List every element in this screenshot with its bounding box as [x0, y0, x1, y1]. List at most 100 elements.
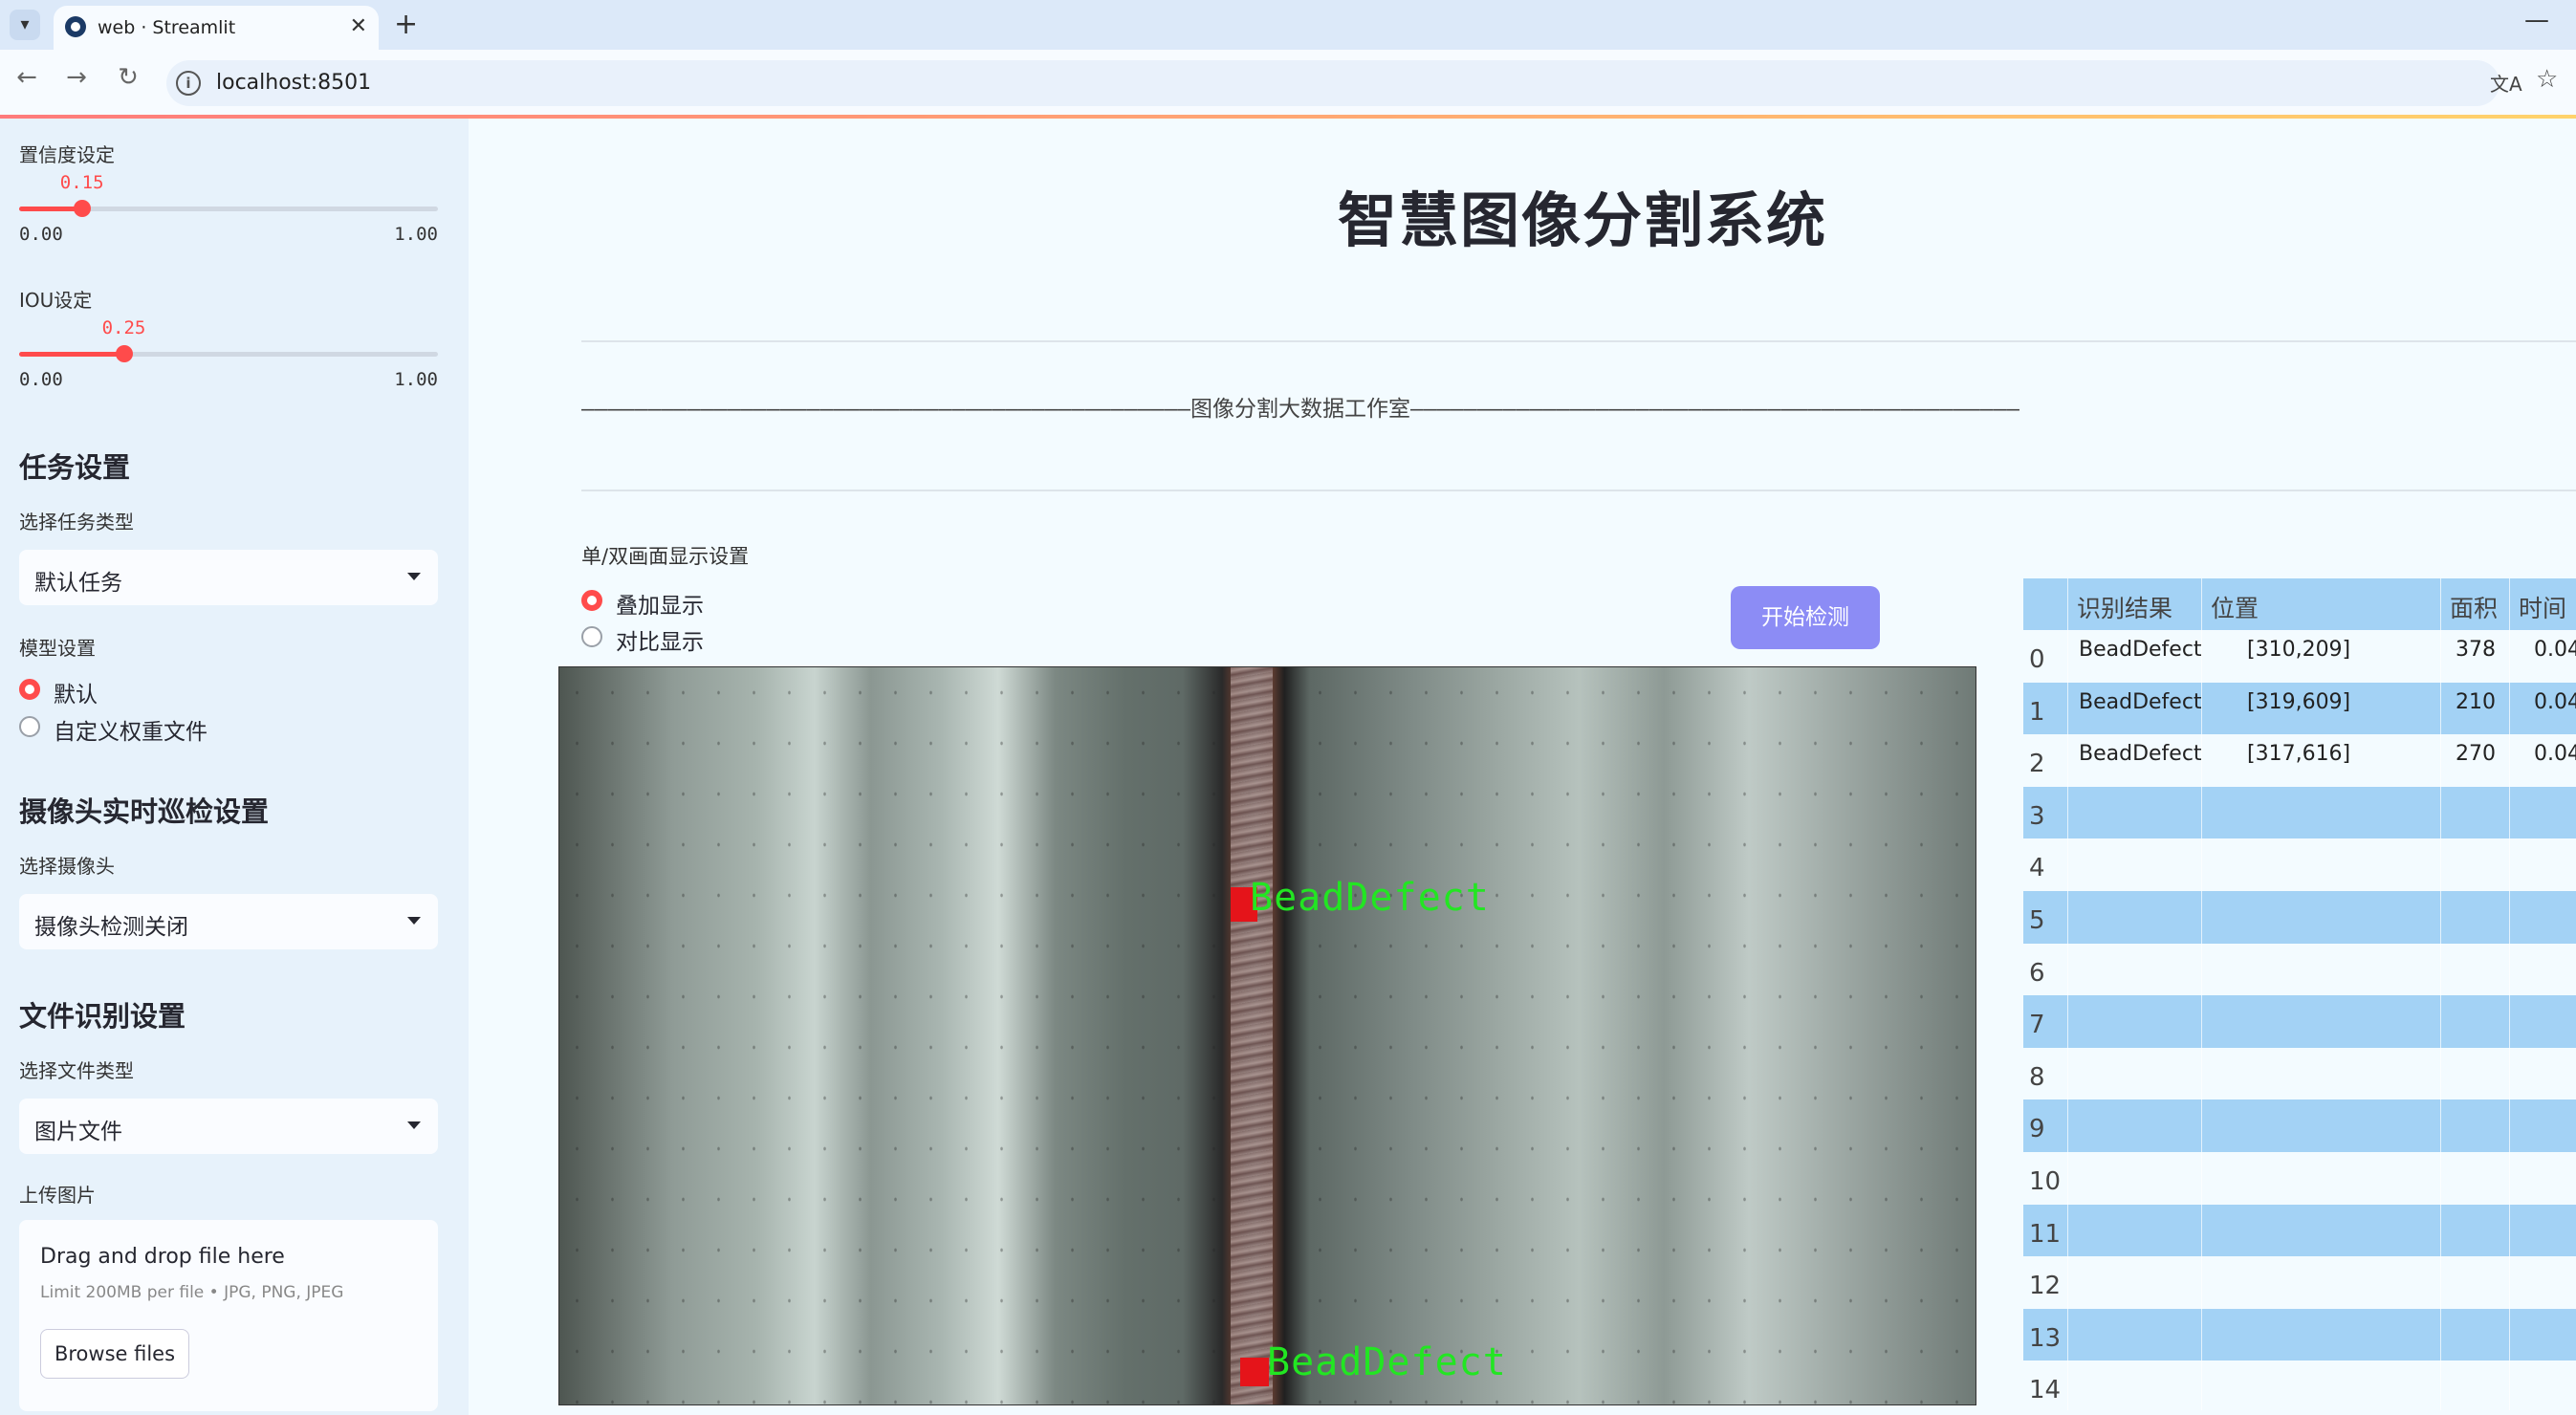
start-detection-button[interactable]: 开始检测 — [1731, 586, 1880, 649]
file-type-select[interactable]: 图片文件 — [19, 1099, 438, 1154]
cell-time: 0.04 — [2534, 689, 2576, 714]
table-row[interactable]: 8 — [2023, 1047, 2576, 1100]
cell-area: 270 — [2456, 742, 2496, 767]
row-index: 4 — [2029, 854, 2045, 883]
iou-slider[interactable]: 0.25 0.00 1.00 — [19, 317, 438, 394]
active-tab[interactable]: web · Streamlit ✕ — [54, 6, 379, 50]
row-index: 8 — [2029, 1062, 2045, 1092]
url-text[interactable]: localhost:8501 — [216, 71, 371, 95]
file-dropzone[interactable]: Drag and drop file here Limit 200MB per … — [19, 1220, 438, 1411]
browse-files-button[interactable]: Browse files — [40, 1329, 189, 1379]
table-row[interactable]: 13 — [2023, 1308, 2576, 1361]
address-bar: ← → ↻ i localhost:8501 文A ☆ — [0, 50, 2576, 117]
iou-slider-fill — [19, 352, 124, 357]
table-row[interactable]: 5 — [2023, 891, 2576, 944]
cell-time: 0.04 — [2534, 638, 2576, 662]
radio-selected-icon[interactable] — [19, 679, 40, 700]
table-row[interactable]: 1 BeadDefect [319,609] 210 0.04 — [2023, 682, 2576, 735]
table-row[interactable]: 12 — [2023, 1256, 2576, 1309]
detection-image: BeadDefect BeadDefect — [558, 666, 1976, 1405]
weld-seam — [1231, 667, 1273, 1404]
task-type-select[interactable]: 默认任务 — [19, 550, 438, 605]
translate-icon[interactable]: 文A — [2490, 69, 2522, 97]
divider — [581, 490, 2576, 491]
column-divider — [2067, 578, 2068, 1410]
column-header-result[interactable]: 识别结果 — [2077, 590, 2172, 624]
row-index: 3 — [2029, 801, 2045, 831]
task-type-value: 默认任务 — [34, 571, 122, 596]
site-info-icon[interactable]: i — [176, 71, 201, 96]
table-row[interactable]: 14 — [2023, 1361, 2576, 1410]
row-index: 6 — [2029, 958, 2045, 988]
row-index: 7 — [2029, 1011, 2045, 1040]
confidence-slider[interactable]: 0.15 0.00 1.00 — [19, 172, 438, 249]
table-row[interactable]: 4 — [2023, 838, 2576, 891]
file-settings-heading: 文件识别设置 — [19, 1000, 186, 1033]
cell-result: BeadDefect — [2079, 742, 2202, 767]
row-index: 11 — [2029, 1219, 2062, 1249]
forward-icon[interactable]: → — [59, 63, 94, 92]
row-index: 10 — [2029, 1167, 2062, 1196]
tab-search-dropdown-icon[interactable]: ▾ — [10, 10, 40, 40]
table-row[interactable]: 10 — [2023, 1152, 2576, 1205]
tab-title: web · Streamlit — [98, 17, 236, 38]
cell-area: 210 — [2456, 689, 2496, 714]
row-index: 12 — [2029, 1272, 2062, 1301]
column-header-position[interactable]: 位置 — [2211, 590, 2259, 624]
divider — [581, 340, 2576, 342]
close-tab-icon[interactable]: ✕ — [350, 14, 367, 38]
bookmark-star-icon[interactable]: ☆ — [2536, 65, 2558, 94]
confidence-value: 0.15 — [59, 172, 104, 193]
camera-settings-heading: 摄像头实时巡检设置 — [19, 795, 270, 828]
table-row[interactable]: 11 — [2023, 1204, 2576, 1257]
cell-position: [319,609] — [2247, 689, 2351, 714]
table-row[interactable]: 2 BeadDefect [317,616] 270 0.04 — [2023, 734, 2576, 787]
file-type-value: 图片文件 — [34, 1120, 122, 1144]
sidebar: 置信度设定 0.15 0.00 1.00 IOU设定 0.25 0.00 1.0… — [0, 119, 469, 1415]
model-option-custom-label: 自定义权重文件 — [54, 720, 207, 745]
back-icon[interactable]: ← — [10, 63, 44, 92]
detection-box — [1240, 1358, 1269, 1386]
confidence-slider-thumb[interactable] — [73, 200, 91, 217]
camera-select-value: 摄像头检测关闭 — [34, 915, 188, 940]
url-field[interactable]: i localhost:8501 — [166, 60, 2500, 106]
column-header-time[interactable]: 时间 — [2519, 590, 2566, 624]
column-divider — [2509, 578, 2510, 1410]
column-divider — [2440, 578, 2441, 1410]
iou-value: 0.25 — [101, 317, 146, 338]
detection-label: BeadDefect — [1267, 1340, 1507, 1384]
radio-unselected-icon[interactable] — [19, 716, 40, 737]
radio-unselected-icon[interactable] — [581, 626, 602, 647]
minimize-window-icon[interactable]: — — [2524, 6, 2549, 34]
table-row[interactable]: 3 — [2023, 786, 2576, 839]
row-index: 5 — [2029, 906, 2045, 935]
display-option-overlay-label: 叠加显示 — [616, 594, 704, 619]
cell-position: [310,209] — [2247, 638, 2351, 662]
file-type-label: 选择文件类型 — [19, 1059, 134, 1082]
confidence-slider-fill — [19, 207, 82, 211]
table-row[interactable]: 6 — [2023, 943, 2576, 996]
camera-select[interactable]: 摄像头检测关闭 — [19, 894, 438, 949]
studio-banner: ————————————————————————————————————————… — [581, 397, 2019, 422]
iou-label: IOU设定 — [19, 289, 93, 312]
table-row[interactable]: 0 BeadDefect [310,209] 378 0.04 — [2023, 630, 2576, 683]
column-header-area[interactable]: 面积 — [2450, 590, 2498, 624]
table-header: 识别结果 位置 面积 时间 — [2023, 578, 2576, 630]
chevron-down-icon — [407, 917, 421, 925]
table-row[interactable]: 7 — [2023, 995, 2576, 1048]
browser-tab-bar: ▾ web · Streamlit ✕ + — — [0, 0, 2576, 50]
cell-area: 378 — [2456, 638, 2496, 662]
table-row[interactable]: 9 — [2023, 1099, 2576, 1152]
task-type-label: 选择任务类型 — [19, 511, 134, 533]
results-table[interactable]: 识别结果 位置 面积 时间 0 BeadDefect [310,209] 378 0.0… — [2023, 578, 2576, 1410]
cell-result: BeadDefect — [2079, 638, 2202, 662]
iou-min: 0.00 — [19, 369, 63, 390]
upload-image-label: 上传图片 — [19, 1184, 96, 1207]
new-tab-icon[interactable]: + — [394, 8, 418, 41]
confidence-label: 置信度设定 — [19, 143, 115, 166]
iou-slider-thumb[interactable] — [115, 345, 133, 362]
radio-selected-icon[interactable] — [581, 590, 602, 611]
cell-result: BeadDefect — [2079, 689, 2202, 714]
row-index: 2 — [2029, 750, 2045, 779]
reload-icon[interactable]: ↻ — [111, 63, 145, 92]
